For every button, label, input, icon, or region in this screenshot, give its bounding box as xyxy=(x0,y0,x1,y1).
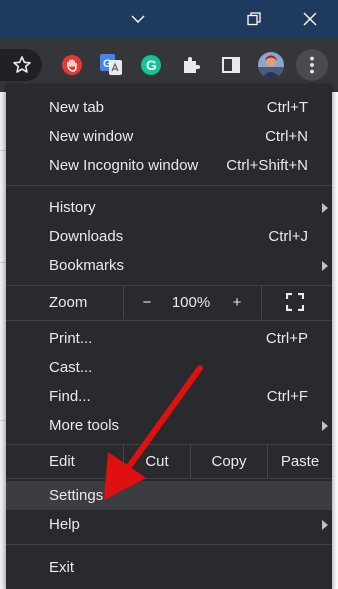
menu-item-shortcut: Ctrl+F xyxy=(266,388,308,405)
menu-zoom-row: Zoom − 100% + xyxy=(6,285,332,319)
menu-separator xyxy=(6,185,332,186)
copy-button[interactable]: Copy xyxy=(191,444,267,478)
menu-item-label: New tab xyxy=(49,99,105,116)
menu-item-cast[interactable]: Cast... xyxy=(6,353,332,382)
submenu-arrow-icon xyxy=(322,261,328,271)
extension-stop-icon[interactable] xyxy=(60,53,84,77)
menu-item-more-tools[interactable]: More tools xyxy=(6,411,332,440)
menu-edit-row: Edit Cut Copy Paste xyxy=(6,444,332,478)
menu-item-shortcut: Ctrl+N xyxy=(265,128,308,145)
close-icon[interactable] xyxy=(282,0,338,38)
submenu-arrow-icon xyxy=(322,421,328,431)
menu-item-label: Bookmarks xyxy=(49,257,125,274)
zoom-divider xyxy=(123,285,124,319)
menu-item-shortcut: Ctrl+P xyxy=(265,330,308,347)
extensions-puzzle-icon[interactable] xyxy=(179,53,203,77)
menu-item-label: Cast... xyxy=(49,359,93,376)
window-title-bar xyxy=(0,0,338,38)
menu-item-shortcut: Ctrl+Shift+N xyxy=(226,157,308,174)
menu-item-shortcut: Ctrl+J xyxy=(268,228,308,245)
profile-avatar-icon[interactable] xyxy=(258,52,284,78)
svg-text:G: G xyxy=(103,58,112,70)
menu-item-shortcut: Ctrl+T xyxy=(266,99,308,116)
menu-item-label: New Incognito window xyxy=(49,157,199,174)
menu-item-new-incognito-window[interactable]: New Incognito window Ctrl+Shift+N xyxy=(6,151,332,180)
menu-item-label: Downloads xyxy=(49,228,124,245)
menu-separator xyxy=(6,544,332,545)
chrome-main-menu: New tab Ctrl+T New window Ctrl+N New Inc… xyxy=(6,84,332,589)
zoom-level: 100% xyxy=(171,294,211,311)
edit-label: Edit xyxy=(49,453,75,470)
submenu-arrow-icon xyxy=(322,520,328,530)
grammarly-icon[interactable]: G xyxy=(139,53,163,77)
menu-item-label: More tools xyxy=(49,417,120,434)
menu-item-label: Settings xyxy=(49,487,104,504)
menu-item-label: Exit xyxy=(49,559,75,576)
menu-item-help[interactable]: Help xyxy=(6,510,332,539)
menu-item-print[interactable]: Print... Ctrl+P xyxy=(6,324,332,353)
menu-separator xyxy=(6,320,332,321)
menu-item-label: History xyxy=(49,199,96,216)
more-menu-button[interactable] xyxy=(296,49,328,81)
fullscreen-icon[interactable] xyxy=(285,292,305,315)
zoom-label: Zoom xyxy=(49,294,88,311)
svg-text:G: G xyxy=(146,57,157,73)
cut-button[interactable]: Cut xyxy=(124,444,190,478)
menu-item-settings[interactable]: Settings xyxy=(6,481,332,510)
bookmark-star-icon[interactable] xyxy=(10,53,34,77)
more-menu-icon xyxy=(310,56,314,74)
menu-item-downloads[interactable]: Downloads Ctrl+J xyxy=(6,222,332,251)
paste-button[interactable]: Paste xyxy=(268,444,332,478)
zoom-out-button[interactable]: − xyxy=(132,294,162,311)
google-translate-icon[interactable]: G xyxy=(99,53,123,77)
menu-item-label: New window xyxy=(49,128,134,145)
menu-item-label: Help xyxy=(49,516,80,533)
zoom-divider xyxy=(261,285,262,319)
zoom-in-button[interactable]: + xyxy=(222,294,252,311)
menu-item-exit[interactable]: Exit xyxy=(6,553,332,582)
restore-icon[interactable] xyxy=(226,0,282,38)
menu-item-new-tab[interactable]: New tab Ctrl+T xyxy=(6,93,332,122)
menu-item-label: Print... xyxy=(49,330,93,347)
menu-item-label: Find... xyxy=(49,388,91,405)
menu-separator xyxy=(6,478,332,479)
menu-item-find[interactable]: Find... Ctrl+F xyxy=(6,382,332,411)
side-panel-icon[interactable] xyxy=(219,53,243,77)
menu-item-new-window[interactable]: New window Ctrl+N xyxy=(6,122,332,151)
menu-item-bookmarks[interactable]: Bookmarks xyxy=(6,251,332,280)
menu-item-history[interactable]: History xyxy=(6,193,332,222)
submenu-arrow-icon xyxy=(322,203,328,213)
chevron-down-icon[interactable] xyxy=(110,0,166,38)
